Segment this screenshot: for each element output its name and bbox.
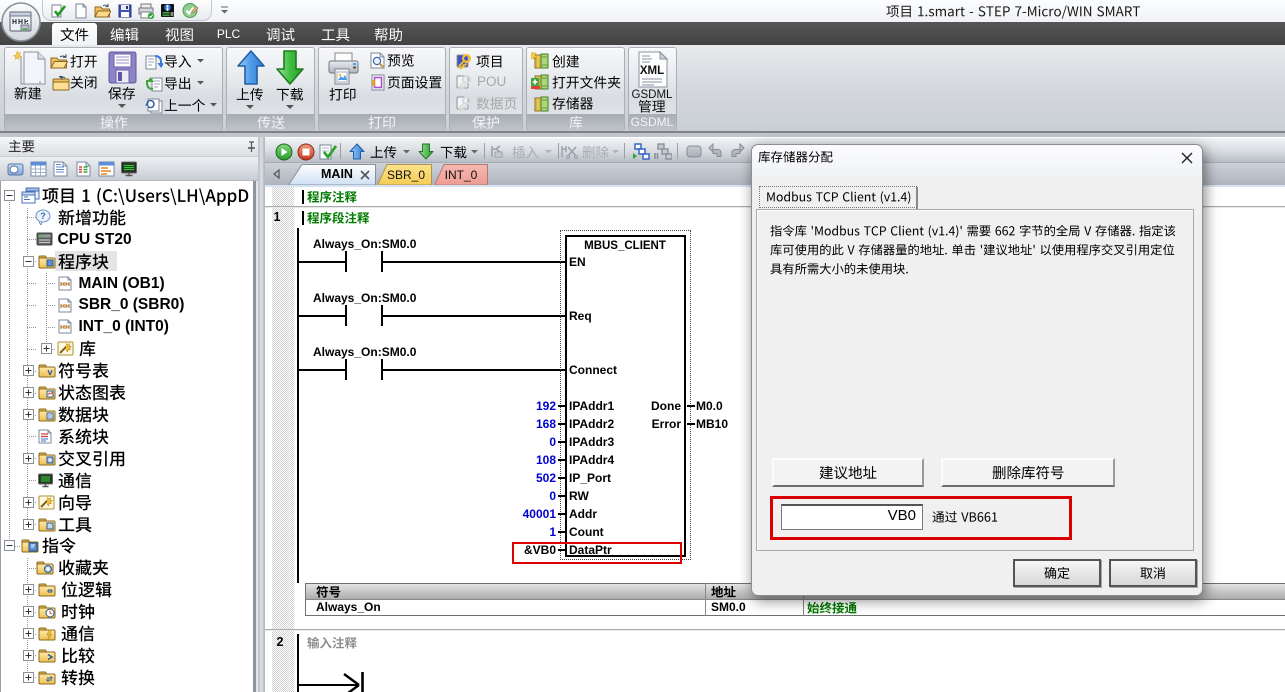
svg-text:?: ? [40,211,46,221]
